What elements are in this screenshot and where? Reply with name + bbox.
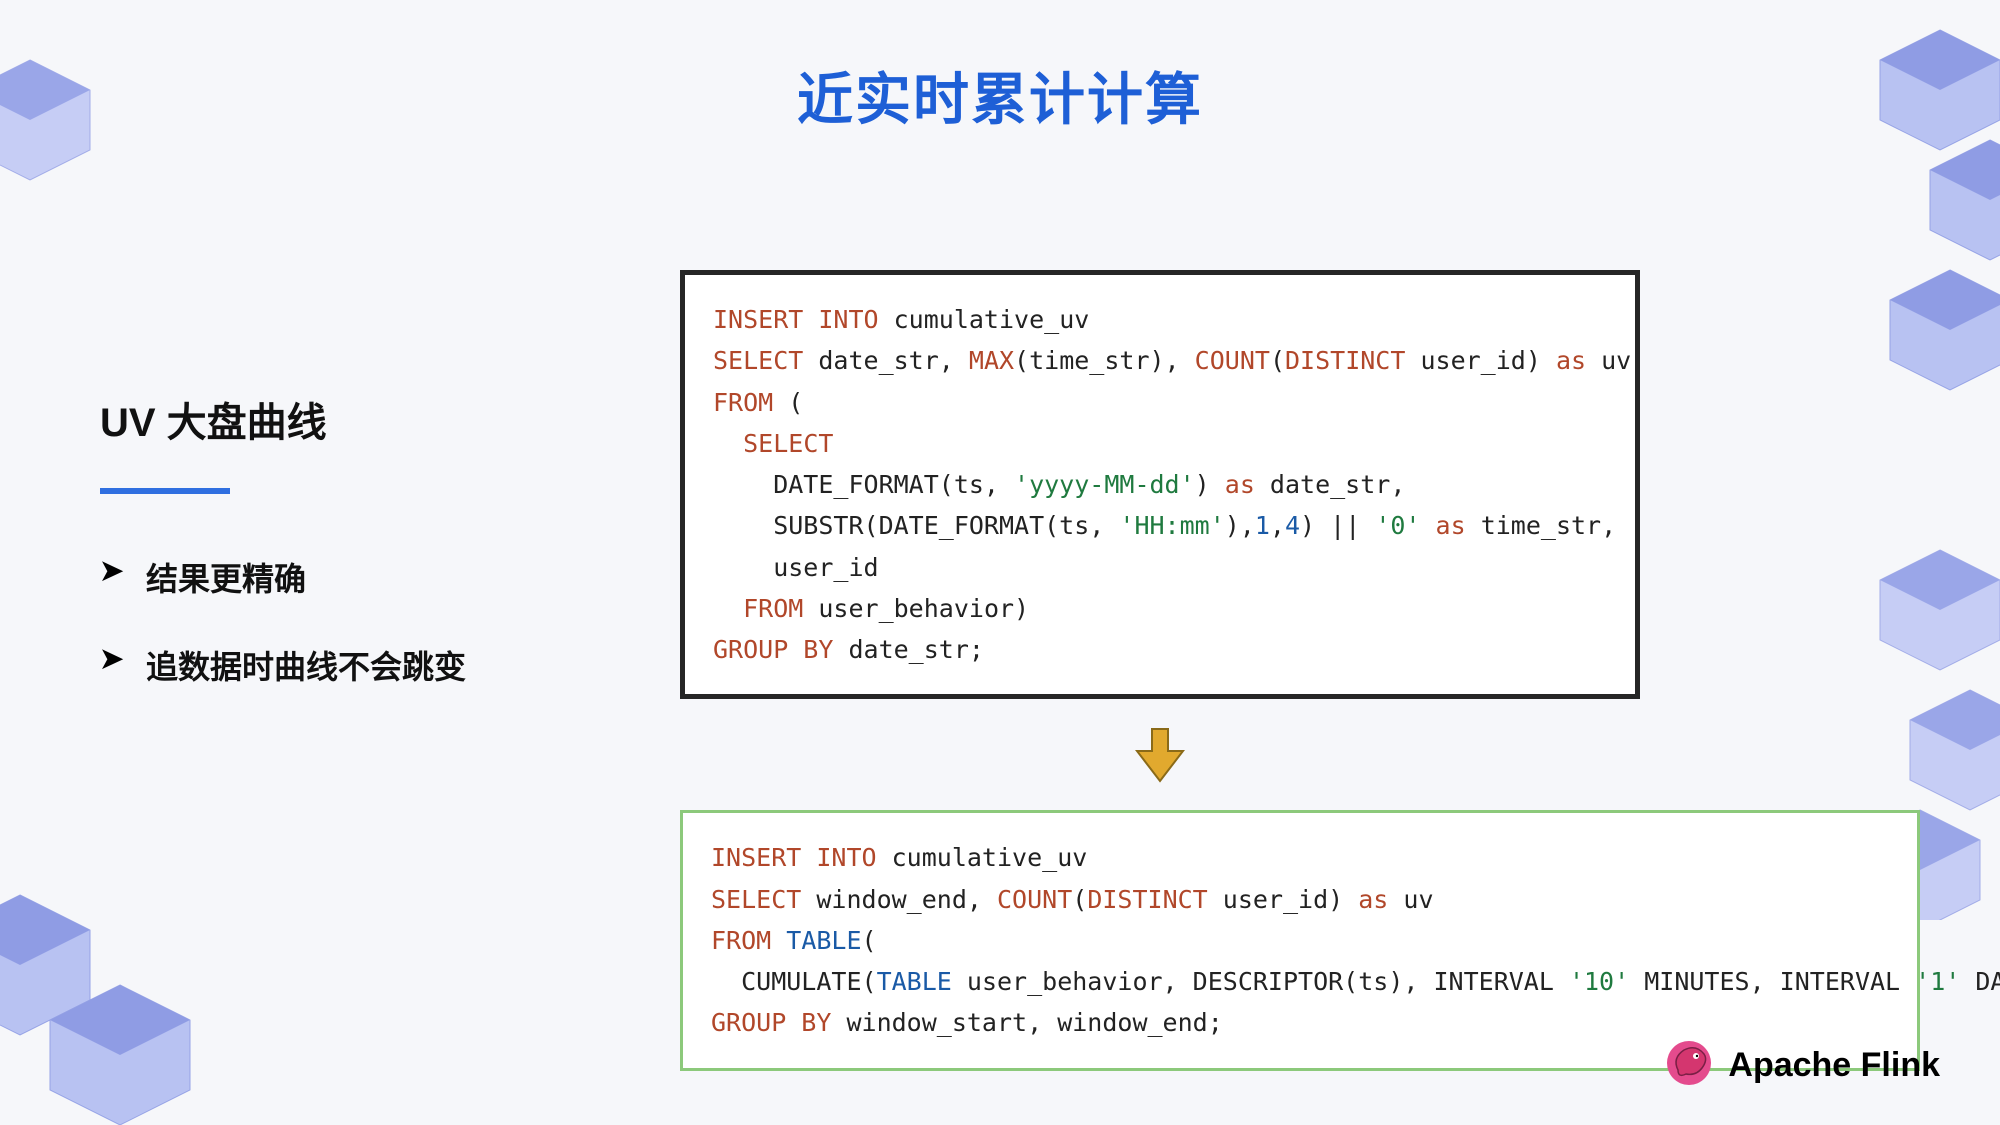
brand: Apache Flink bbox=[1662, 1036, 1940, 1095]
brand-name: Apache Flink bbox=[1728, 1046, 1940, 1085]
code-content: INSERT INTO cumulative_uv SELECT window_… bbox=[711, 837, 1889, 1043]
code-content: INSERT INTO cumulative_uv SELECT date_st… bbox=[713, 299, 1607, 670]
bullet-item: 结果更精确 bbox=[100, 554, 580, 600]
left-column: UV 大盘曲线 结果更精确 追数据时曲线不会跳变 bbox=[100, 390, 580, 730]
subtitle-underline bbox=[100, 488, 230, 494]
right-column: INSERT INTO cumulative_uv SELECT date_st… bbox=[680, 270, 1940, 1071]
section-subtitle: UV 大盘曲线 bbox=[100, 390, 580, 448]
flink-logo-icon bbox=[1662, 1036, 1716, 1095]
bullet-item: 追数据时曲线不会跳变 bbox=[100, 642, 580, 688]
slide-title: 近实时累计计算 bbox=[0, 55, 2000, 136]
arrow-wrap bbox=[680, 699, 1640, 810]
arrow-down-icon bbox=[1135, 727, 1185, 788]
code-block-after: INSERT INTO cumulative_uv SELECT window_… bbox=[680, 810, 1920, 1070]
deco-cubes-bottom-left bbox=[0, 875, 210, 1125]
bullet-list: 结果更精确 追数据时曲线不会跳变 bbox=[100, 554, 580, 688]
code-block-before: INSERT INTO cumulative_uv SELECT date_st… bbox=[680, 270, 1640, 699]
